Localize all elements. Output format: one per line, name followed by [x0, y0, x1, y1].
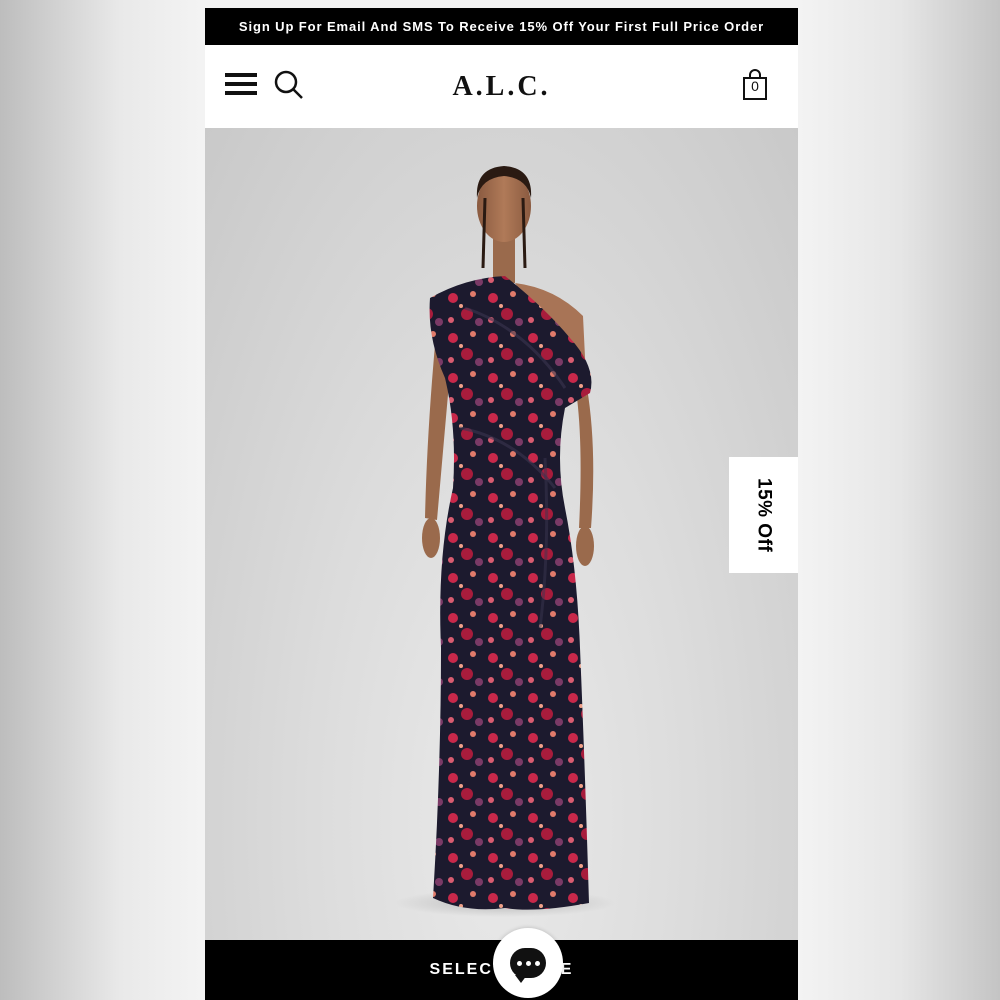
discount-side-tab-label: 15% Off: [753, 477, 775, 553]
brand-logo[interactable]: A.L.C.: [205, 71, 798, 103]
discount-side-tab[interactable]: 15% Off: [729, 457, 798, 573]
model-figure: [395, 166, 615, 917]
site-header: A.L.C. 0: [205, 45, 798, 128]
chat-bubble-icon: [510, 948, 546, 983]
mobile-viewport: Sign Up For Email And SMS To Receive 15%…: [205, 8, 798, 1000]
promo-banner-text: Sign Up For Email And SMS To Receive 15%…: [238, 19, 765, 34]
bag-count: 0: [751, 78, 759, 94]
shopping-bag-icon[interactable]: 0: [742, 69, 768, 101]
promo-banner[interactable]: Sign Up For Email And SMS To Receive 15%…: [205, 8, 798, 45]
product-hero-image[interactable]: [205, 128, 798, 940]
chat-button[interactable]: [493, 928, 563, 998]
